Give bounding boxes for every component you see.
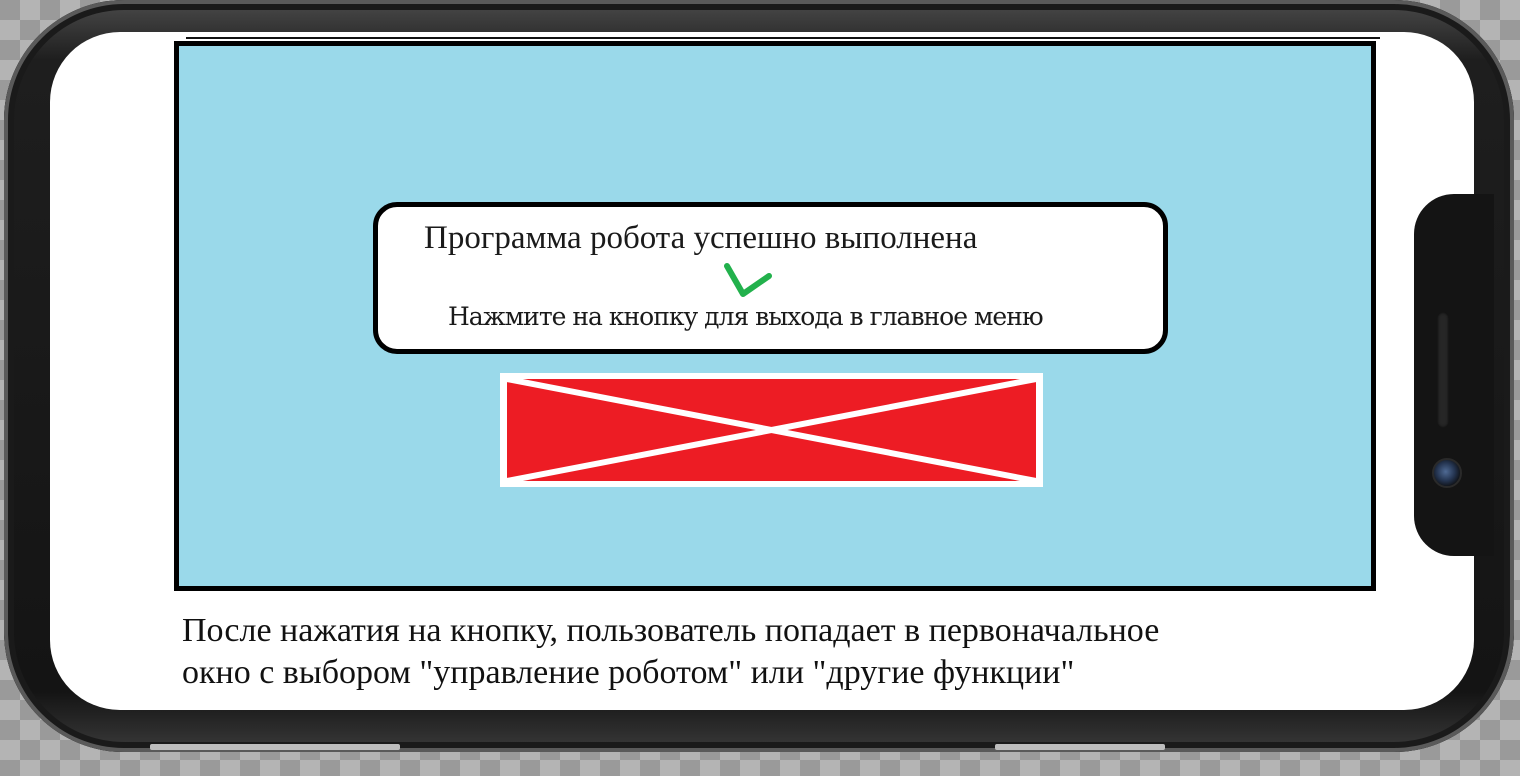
checkmark-icon	[724, 263, 772, 297]
app-top-divider	[186, 37, 1380, 39]
phone-notch	[1414, 194, 1494, 556]
dialog-title: Программа робота успешно выполнена	[424, 220, 978, 256]
cross-icon	[506, 376, 1037, 484]
caption-line-1: После нажатия на кнопку, пользователь по…	[182, 612, 1160, 649]
camera-icon	[1432, 458, 1462, 488]
description-caption: После нажатия на кнопку, пользователь по…	[182, 610, 1159, 694]
speaker-grille	[1437, 312, 1449, 428]
exit-to-main-menu-button[interactable]	[500, 373, 1043, 487]
dialog-subtitle: Нажмите на кнопку для выхода в главное м…	[448, 302, 1044, 331]
phone-side-button	[150, 744, 400, 750]
caption-line-2: окно с выбором "управление роботом" или …	[182, 654, 1075, 691]
phone-side-button	[995, 744, 1165, 750]
